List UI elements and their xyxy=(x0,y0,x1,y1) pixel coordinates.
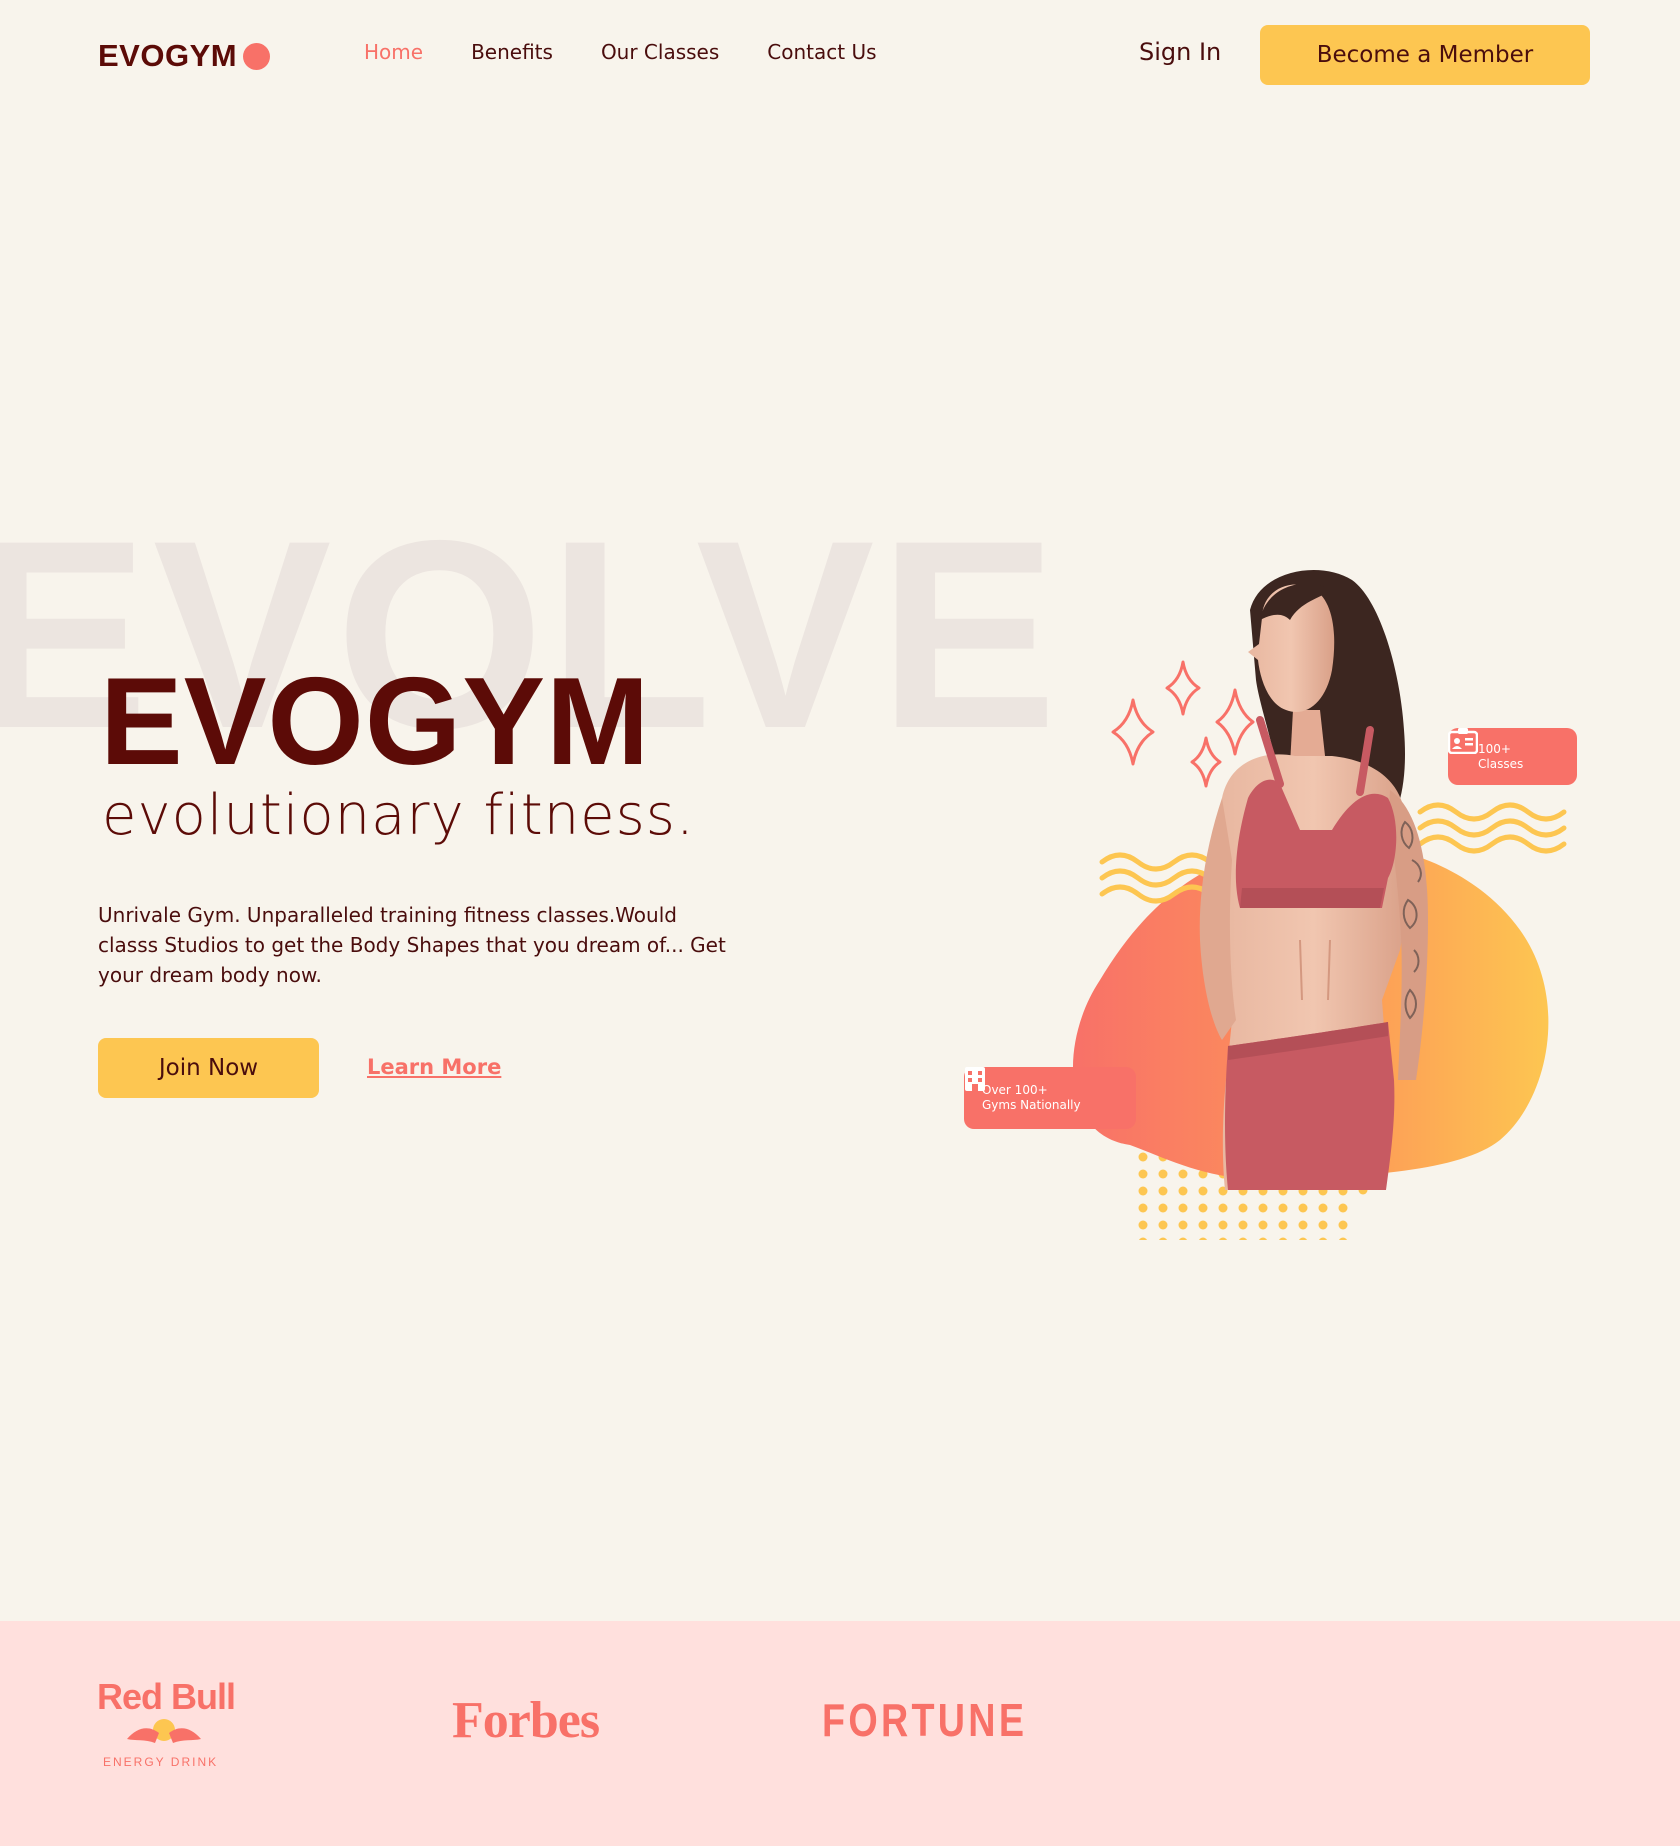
redbull-logo: Red Bull ENERGY DRINK xyxy=(97,1679,237,1779)
hero-illustration xyxy=(1072,570,1567,1240)
navbar: EVOGYM Home Benefits Our Classes Contact… xyxy=(0,0,1680,110)
nav-link-contact-us[interactable]: Contact Us xyxy=(767,40,876,64)
gyms-badge-label: Gyms Nationally xyxy=(982,1098,1081,1112)
hero-image: 100+ Classes Over 100+ Gyms Nationally xyxy=(960,560,1600,1240)
nav-link-our-classes[interactable]: Our Classes xyxy=(601,40,719,64)
gyms-badge-text: Over 100+ Gyms Nationally xyxy=(982,1083,1081,1113)
hero-title: EVOGYM xyxy=(100,653,651,791)
join-now-button[interactable]: Join Now xyxy=(98,1038,319,1098)
sign-in-link[interactable]: Sign In xyxy=(1139,38,1221,66)
hero-description: Unrivale Gym. Unparalleled training fitn… xyxy=(98,903,726,987)
classes-badge-label: Classes xyxy=(1478,756,1524,771)
gyms-badge-count: Over 100+ xyxy=(982,1083,1048,1097)
woman-figure xyxy=(1199,570,1428,1190)
hero-subtitle: evolutionary fitness. xyxy=(102,783,695,848)
fortune-logo: FORTUNE xyxy=(822,1694,1028,1746)
nav-link-benefits[interactable]: Benefits xyxy=(471,40,553,64)
sparkle-decoration xyxy=(1111,660,1255,788)
classes-badge-count: 100+ xyxy=(1478,741,1511,756)
redbull-bulls-icon xyxy=(127,1719,201,1743)
become-member-button[interactable]: Become a Member xyxy=(1260,25,1590,85)
wave-decoration-right xyxy=(1417,802,1567,854)
forbes-logo: Forbes xyxy=(452,1692,600,1749)
logo[interactable]: EVOGYM xyxy=(98,38,271,74)
redbull-tagline: ENERGY DRINK xyxy=(103,1755,219,1769)
nav-links: Home Benefits Our Classes Contact Us xyxy=(364,40,925,64)
sponsors-section: Red Bull ENERGY DRINK Forbes FORTUNE xyxy=(0,1621,1680,1846)
logo-text: EVOGYM xyxy=(98,38,238,73)
gyms-badge: Over 100+ Gyms Nationally xyxy=(964,1067,1136,1129)
classes-badge: 100+ Classes xyxy=(1448,728,1577,785)
learn-more-link[interactable]: Learn More xyxy=(367,1055,501,1079)
nav-link-home[interactable]: Home xyxy=(364,40,423,64)
redbull-name: Red Bull xyxy=(97,1676,236,1717)
logo-dot-icon xyxy=(243,42,271,70)
classes-badge-text: 100+ Classes xyxy=(1478,742,1523,772)
